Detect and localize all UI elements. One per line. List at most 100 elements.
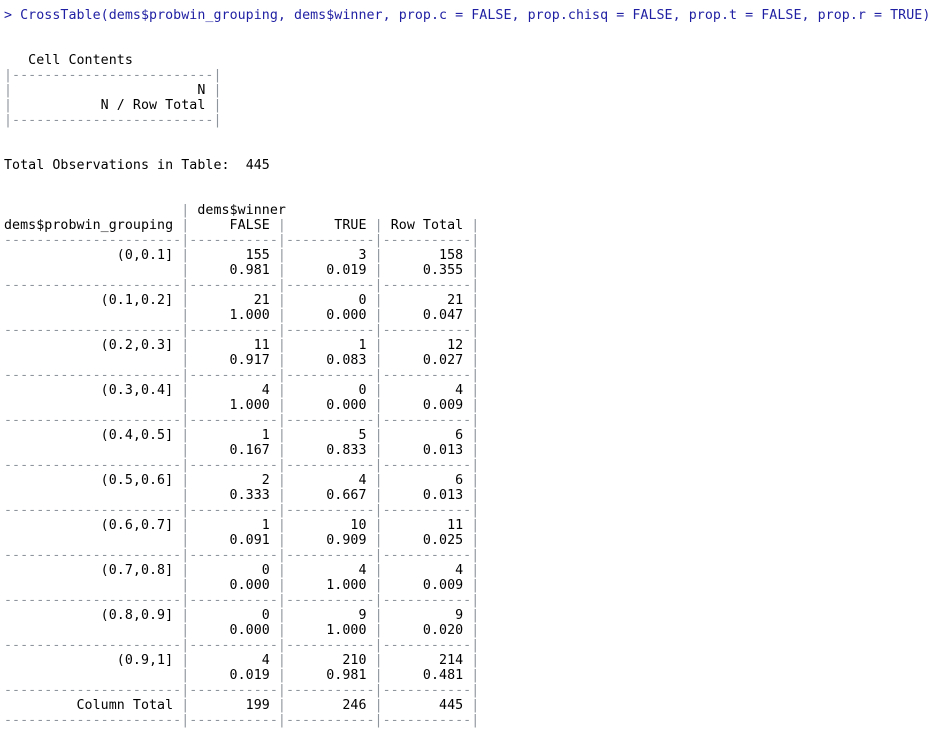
table-separator: ----------------------|-----------|-----… — [4, 458, 480, 473]
row-label: (0.1,0.2] — [4, 293, 174, 308]
count-cell: 4 — [189, 383, 270, 398]
column-total-label: Column Total — [4, 698, 174, 713]
row-proportion-cell: 0.333 — [189, 488, 270, 503]
count-cell: 0 — [189, 608, 270, 623]
row-label: (0.4,0.5] — [4, 428, 174, 443]
row-proportion-cell: 0.667 — [285, 488, 367, 503]
cell-contents-box-top: |-------------------------| — [4, 68, 222, 83]
row-label: (0,0.1] — [4, 248, 174, 263]
row-proportions: | 0.019 | 0.981 | 0.481 | — [181, 668, 480, 683]
column-total-cell: 445 — [382, 698, 464, 713]
row-proportion-cell: 0.355 — [382, 263, 464, 278]
count-cell: 11 — [382, 518, 464, 533]
count-cell: 2 — [189, 473, 270, 488]
count-cell: 155 — [189, 248, 270, 263]
row-proportions: | 0.000 | 1.000 | 0.020 | — [181, 623, 480, 638]
table-separator: ----------------------|-----------|-----… — [4, 683, 480, 698]
row-proportion-cell: 1.000 — [285, 623, 367, 638]
count-cell: 4 — [285, 473, 367, 488]
row-counts: (0.9,1] | 4 | 210 | 214 | — [4, 653, 480, 668]
count-cell: 9 — [285, 608, 367, 623]
row-proportion-cell: 0.917 — [189, 353, 270, 368]
row-proportion-cell: 0.019 — [285, 263, 367, 278]
row-proportion-cell: 0.981 — [285, 668, 367, 683]
table-row: (0.9,1] | 4 | 210 | 214 | | 0.019 | 0.98… — [4, 653, 930, 698]
row-proportion-cell: 0.481 — [382, 668, 464, 683]
row-proportion-cell: 0.027 — [382, 353, 464, 368]
row-proportion-cell: 0.013 — [382, 488, 464, 503]
table-header: dems$probwin_grouping | FALSE | TRUE | R… — [4, 218, 480, 233]
table-row: (0.8,0.9] | 0 | 9 | 9 | | 0.000 | 1.000 … — [4, 608, 930, 653]
count-cell: 21 — [189, 293, 270, 308]
count-cell: 5 — [285, 428, 367, 443]
row-proportions: | 0.167 | 0.833 | 0.013 | — [181, 443, 480, 458]
row-proportion-cell: 0.019 — [189, 668, 270, 683]
row-counts: (0.8,0.9] | 0 | 9 | 9 | — [4, 608, 480, 623]
table-row: (0.7,0.8] | 0 | 4 | 4 | | 0.000 | 1.000 … — [4, 563, 930, 608]
count-cell: 4 — [285, 563, 367, 578]
row-proportions: | 0.981 | 0.019 | 0.355 | — [181, 263, 480, 278]
table-separator: ----------------------|-----------|-----… — [4, 593, 480, 608]
table-row: (0.1,0.2] | 21 | 0 | 21 | | 1.000 | 0.00… — [4, 293, 930, 338]
count-cell: 6 — [382, 428, 464, 443]
row-proportions: | 0.917 | 0.083 | 0.027 | — [181, 353, 480, 368]
row-label: (0.6,0.7] — [4, 518, 174, 533]
row-proportion-cell: 0.833 — [285, 443, 367, 458]
table-separator: ----------------------|-----------|-----… — [4, 548, 480, 563]
row-counts: (0,0.1] | 155 | 3 | 158 | — [4, 248, 480, 263]
row-proportion-cell: 0.083 — [285, 353, 367, 368]
row-proportion-cell: 0.000 — [189, 578, 270, 593]
column-total-cell: 199 — [189, 698, 270, 713]
column-total-row: Column Total | 199 | 246 | 445 | — [4, 698, 480, 713]
row-counts: (0.4,0.5] | 1 | 5 | 6 | — [4, 428, 480, 443]
total-observations: Total Observations in Table: 445 — [4, 158, 270, 173]
row-proportion-cell: 0.167 — [189, 443, 270, 458]
count-cell: 11 — [189, 338, 270, 353]
count-cell: 9 — [382, 608, 464, 623]
row-var-label: dems$probwin_grouping — [4, 218, 182, 233]
cell-contents-line-prop: | N / Row Total | — [4, 98, 222, 113]
count-cell: 0 — [189, 563, 270, 578]
table-separator: ----------------------|-----------|-----… — [4, 233, 480, 248]
count-cell: 158 — [382, 248, 464, 263]
table-row: (0.3,0.4] | 4 | 0 | 4 | | 1.000 | 0.000 … — [4, 383, 930, 428]
table-separator: ----------------------|-----------|-----… — [4, 638, 480, 653]
count-cell: 10 — [285, 518, 367, 533]
table-row: (0.5,0.6] | 2 | 4 | 6 | | 0.333 | 0.667 … — [4, 473, 930, 518]
crosstab-table: | dems$winner dems$probwin_grouping | FAL… — [4, 203, 930, 728]
row-proportion-cell: 0.025 — [382, 533, 464, 548]
table-header-colvar: | dems$winner — [181, 203, 286, 218]
table-row: (0.4,0.5] | 1 | 5 | 6 | | 0.167 | 0.833 … — [4, 428, 930, 473]
row-label: (0.9,1] — [4, 653, 174, 668]
cell-contents-box-bottom: |-------------------------| — [4, 113, 222, 128]
row-proportions: | 1.000 | 0.000 | 0.009 | — [181, 398, 480, 413]
row-proportion-cell: 0.000 — [189, 623, 270, 638]
count-cell: 0 — [285, 293, 367, 308]
row-proportions: | 1.000 | 0.000 | 0.047 | — [181, 308, 480, 323]
row-proportion-cell: 0.020 — [382, 623, 464, 638]
table-row: (0,0.1] | 155 | 3 | 158 | | 0.981 | 0.01… — [4, 248, 930, 293]
row-proportion-cell: 1.000 — [189, 308, 270, 323]
command-line: > CrossTable(dems$probwin_grouping, dems… — [4, 8, 930, 23]
row-label: (0.3,0.4] — [4, 383, 174, 398]
count-cell: 1 — [189, 428, 270, 443]
total-observations-value: 445 — [245, 158, 270, 173]
table-row: (0.6,0.7] | 1 | 10 | 11 | | 0.091 | 0.90… — [4, 518, 930, 563]
row-proportion-cell: 0.009 — [382, 578, 464, 593]
row-counts: (0.2,0.3] | 11 | 1 | 12 | — [4, 338, 480, 353]
row-proportion-cell: 0.000 — [285, 398, 367, 413]
count-cell: 210 — [285, 653, 367, 668]
row-proportions: | 0.091 | 0.909 | 0.025 | — [181, 533, 480, 548]
row-counts: (0.3,0.4] | 4 | 0 | 4 | — [4, 383, 480, 398]
count-cell: 214 — [382, 653, 464, 668]
row-label: (0.2,0.3] — [4, 338, 174, 353]
table-separator: ----------------------|-----------|-----… — [4, 413, 480, 428]
col-var-label: dems$winner — [197, 203, 286, 218]
row-counts: (0.5,0.6] | 2 | 4 | 6 | — [4, 473, 480, 488]
count-cell: 4 — [382, 383, 464, 398]
count-cell: 3 — [285, 248, 367, 263]
cell-contents-line-n: | N | — [4, 83, 222, 98]
count-cell: 4 — [189, 653, 270, 668]
row-proportion-cell: 0.013 — [382, 443, 464, 458]
table-separator: ----------------------|-----------|-----… — [4, 323, 480, 338]
